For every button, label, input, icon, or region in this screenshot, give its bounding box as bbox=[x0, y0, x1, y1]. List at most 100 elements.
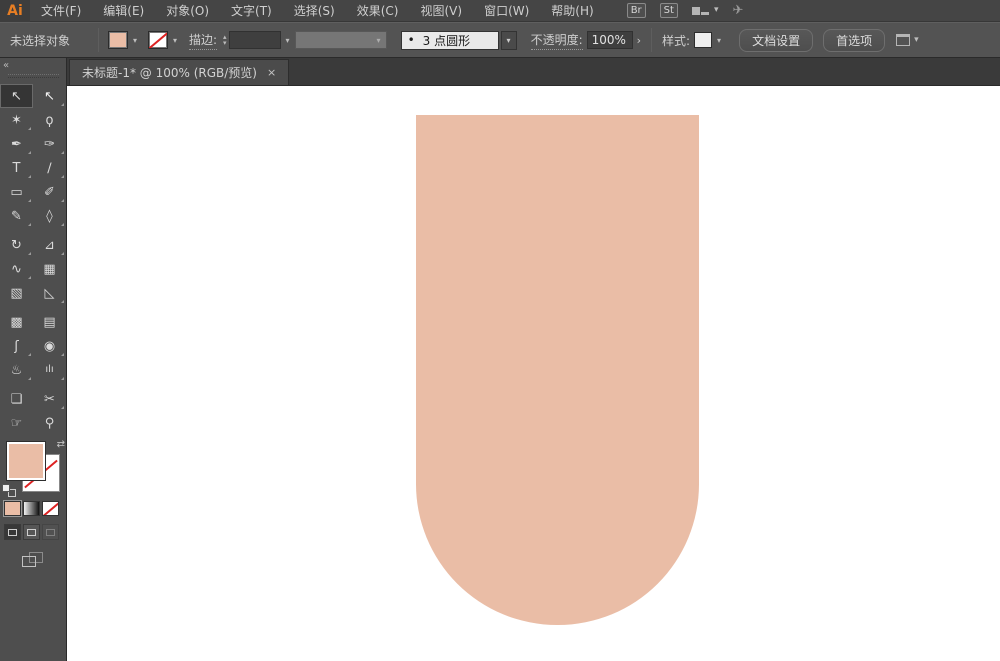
type-icon: T bbox=[12, 160, 21, 176]
draw-normal-button[interactable] bbox=[4, 524, 21, 540]
pen-tool[interactable]: ✒ bbox=[0, 132, 33, 156]
gradient-tool[interactable]: ▤ bbox=[33, 310, 66, 334]
eraser-icon: ◊ bbox=[46, 208, 53, 224]
slice-tool[interactable]: ✂ bbox=[33, 387, 66, 411]
collapse-panel-button[interactable]: « bbox=[3, 60, 9, 71]
brush-dropdown-button[interactable]: ▾ bbox=[500, 30, 517, 50]
artboard-tool[interactable]: ❏ bbox=[0, 387, 33, 411]
default-fill-square bbox=[2, 484, 10, 492]
eyedropper-tool[interactable]: ʃ bbox=[0, 334, 33, 358]
pencil-icon: ✎ bbox=[11, 208, 22, 224]
menu-help[interactable]: 帮助(H) bbox=[540, 0, 604, 22]
opacity-options-button[interactable]: › bbox=[633, 34, 645, 47]
cs-live-icon[interactable]: ✈ bbox=[732, 3, 743, 18]
menu-file[interactable]: 文件(F) bbox=[30, 0, 92, 22]
draw-normal-icon bbox=[8, 528, 17, 536]
stroke-none-swatch[interactable] bbox=[148, 31, 168, 49]
column-graph-icon: ılı bbox=[45, 364, 54, 375]
none-button[interactable] bbox=[42, 501, 59, 516]
menu-object[interactable]: 对象(O) bbox=[155, 0, 220, 22]
scale-tool[interactable]: ⊿ bbox=[33, 233, 66, 257]
draw-inside-icon bbox=[46, 528, 55, 536]
width-tool[interactable]: ∿ bbox=[0, 257, 33, 281]
fill-color-swatch[interactable] bbox=[108, 31, 128, 49]
perspective-grid-tool[interactable]: ◺ bbox=[33, 281, 66, 305]
menu-effect[interactable]: 效果(C) bbox=[346, 0, 410, 22]
chevron-down-icon[interactable]: ▾ bbox=[712, 31, 726, 49]
opacity-label[interactable]: 不透明度: bbox=[530, 31, 583, 50]
fill-proxy[interactable] bbox=[6, 441, 46, 481]
type-tool[interactable]: T bbox=[0, 156, 33, 180]
chevron-down-icon[interactable]: ▾ bbox=[168, 31, 182, 49]
stroke-weight-dropdown[interactable] bbox=[228, 31, 281, 49]
shape-builder-tool[interactable]: ▧ bbox=[0, 281, 33, 305]
stroke-weight-label[interactable]: 描边: bbox=[189, 31, 218, 50]
menu-window[interactable]: 窗口(W) bbox=[473, 0, 540, 22]
magic-wand-icon: ✶ bbox=[11, 112, 22, 128]
preferences-button[interactable]: 首选项 bbox=[823, 28, 886, 52]
blend-tool[interactable]: ◉ bbox=[33, 334, 66, 358]
default-fill-stroke-icon[interactable] bbox=[2, 484, 16, 497]
menu-select[interactable]: 选择(S) bbox=[283, 0, 346, 22]
document-tab[interactable]: 未标题-1* @ 100% (RGB/预览) × bbox=[69, 59, 290, 85]
symbol-sprayer-tool[interactable]: ♨ bbox=[0, 358, 33, 382]
paintbrush-icon: ✐ bbox=[44, 184, 55, 200]
close-icon[interactable]: × bbox=[267, 66, 276, 79]
opacity-input[interactable]: 100% bbox=[586, 31, 633, 49]
width-icon: ∿ bbox=[11, 261, 22, 277]
screen-mode-front-rect bbox=[22, 556, 36, 567]
draw-behind-button[interactable] bbox=[23, 524, 40, 540]
brush-definition-dropdown[interactable]: • 3 点圆形 bbox=[400, 30, 499, 50]
zoom-tool[interactable]: ⚲ bbox=[33, 411, 66, 435]
style-swatch[interactable] bbox=[694, 32, 713, 48]
rectangle-icon: ▭ bbox=[10, 184, 23, 200]
rounded-bottom-shape[interactable] bbox=[416, 115, 699, 625]
document-title: 未标题-1* @ 100% (RGB/预览) bbox=[82, 66, 257, 80]
column-graph-tool[interactable]: ılı bbox=[33, 358, 66, 382]
bridge-button[interactable]: Br bbox=[626, 3, 646, 18]
artboard-canvas[interactable] bbox=[67, 86, 1000, 661]
magic-wand-tool[interactable]: ✶ bbox=[0, 108, 33, 132]
ink-pen-tool[interactable]: ✑ bbox=[33, 132, 66, 156]
direct-selection-tool[interactable]: ↖ bbox=[33, 84, 66, 108]
scale-icon: ⊿ bbox=[44, 237, 55, 253]
fill-stroke-indicator: ⇄ bbox=[0, 439, 67, 499]
workspace-switcher[interactable]: ▾ bbox=[691, 4, 719, 18]
illustrator-window: Ai 文件(F) 编辑(E) 对象(O) 文字(T) 选择(S) 效果(C) 视… bbox=[0, 0, 1000, 661]
gradient-button[interactable] bbox=[23, 501, 40, 516]
rotate-icon: ↻ bbox=[11, 237, 22, 253]
eraser-tool[interactable]: ◊ bbox=[33, 204, 66, 228]
perspective-grid-icon: ◺ bbox=[44, 285, 55, 301]
rectangle-tool[interactable]: ▭ bbox=[0, 180, 33, 204]
menu-type[interactable]: 文字(T) bbox=[220, 0, 283, 22]
color-button[interactable] bbox=[3, 500, 22, 517]
paintbrush-tool[interactable]: ✐ bbox=[33, 180, 66, 204]
stock-button[interactable]: St bbox=[659, 3, 678, 18]
document-setup-button[interactable]: 文档设置 bbox=[739, 28, 814, 52]
menu-edit[interactable]: 编辑(E) bbox=[92, 0, 155, 22]
stepper-down-icon[interactable]: ▾ bbox=[223, 40, 227, 47]
lasso-tool[interactable]: ϙ bbox=[33, 108, 66, 132]
rotate-tool[interactable]: ↻ bbox=[0, 233, 33, 257]
align-options[interactable]: ▾ bbox=[896, 34, 919, 46]
panel-drag-grip[interactable] bbox=[8, 74, 59, 78]
chevron-down-icon: ▾ bbox=[713, 5, 719, 15]
stroke-weight-stepper[interactable]: ▴ ▾ bbox=[223, 34, 227, 47]
chevron-down-icon[interactable]: ▾ bbox=[281, 31, 295, 49]
stroke-color-control[interactable]: ▾ bbox=[148, 31, 182, 49]
hand-tool[interactable]: ☞ bbox=[0, 411, 33, 435]
draw-inside-button[interactable] bbox=[42, 524, 59, 540]
pencil-tool[interactable]: ✎ bbox=[0, 204, 33, 228]
free-transform-tool[interactable]: ▦ bbox=[33, 257, 66, 281]
hand-icon: ☞ bbox=[10, 415, 23, 431]
chevron-down-icon[interactable]: ▾ bbox=[128, 31, 142, 49]
menu-view[interactable]: 视图(V) bbox=[409, 0, 473, 22]
divider bbox=[98, 28, 99, 52]
eyedropper-icon: ʃ bbox=[14, 338, 19, 354]
fill-color-control[interactable]: ▾ bbox=[108, 31, 142, 49]
swap-fill-stroke-icon[interactable]: ⇄ bbox=[57, 439, 65, 450]
change-screen-mode-button[interactable] bbox=[22, 552, 44, 569]
mesh-tool[interactable]: ▩ bbox=[0, 310, 33, 334]
selection-tool[interactable]: ↖ bbox=[0, 84, 33, 108]
line-segment-tool[interactable]: ∕ bbox=[33, 156, 66, 180]
